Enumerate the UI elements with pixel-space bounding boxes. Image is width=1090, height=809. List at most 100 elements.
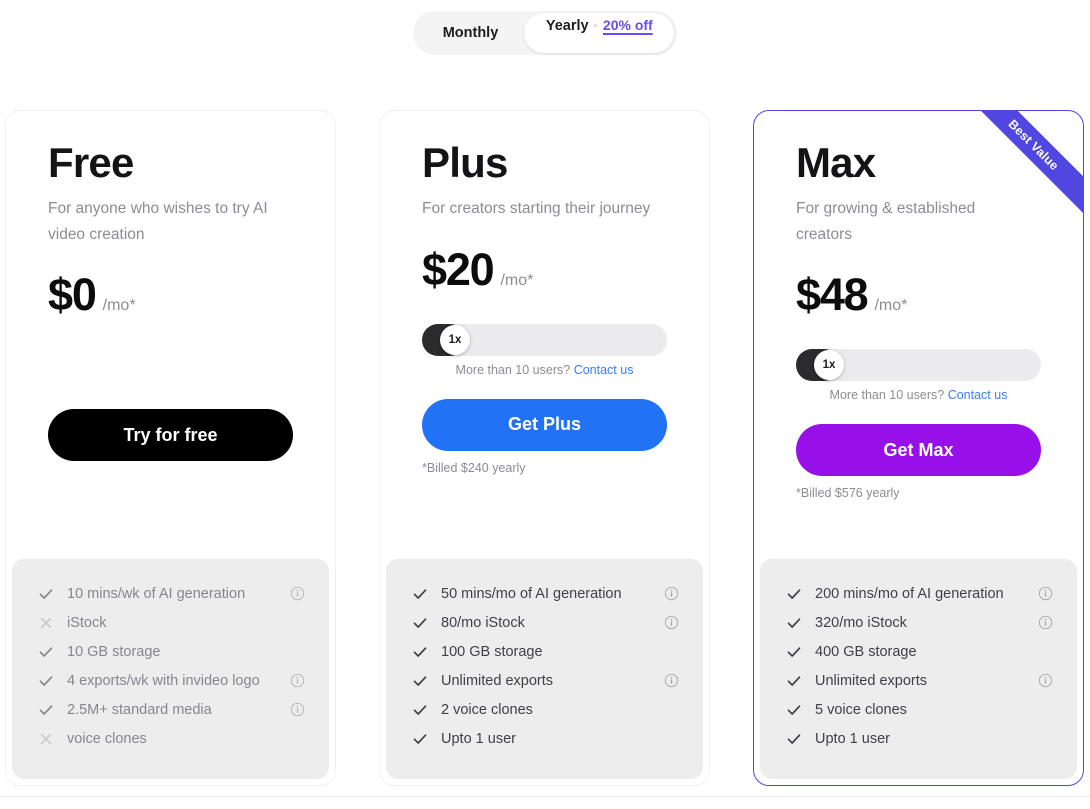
check-icon bbox=[36, 702, 56, 718]
pricing-card-plus: Plus For creators starting their journey… bbox=[379, 110, 710, 786]
feature-label: 2.5M+ standard media bbox=[67, 701, 212, 718]
check-icon bbox=[36, 644, 56, 660]
list-item: 2 voice clones bbox=[410, 695, 679, 724]
feature-label: 80/mo iStock bbox=[441, 614, 525, 631]
feature-label: 2 voice clones bbox=[441, 701, 533, 718]
cta-button-free[interactable]: Try for free bbox=[48, 409, 293, 462]
seats-selector-max: 1x More than 10 users? Contact us bbox=[796, 349, 1041, 402]
plan-price-period: /mo* bbox=[874, 297, 908, 315]
check-icon bbox=[410, 615, 430, 631]
list-item: 2.5M+ standard media bbox=[36, 695, 305, 724]
check-icon bbox=[784, 702, 804, 718]
info-icon[interactable] bbox=[1037, 673, 1053, 689]
check-icon bbox=[410, 586, 430, 602]
check-icon bbox=[36, 673, 56, 689]
list-item: 80/mo iStock bbox=[410, 608, 679, 637]
check-icon bbox=[36, 586, 56, 602]
feature-label: iStock bbox=[67, 614, 107, 631]
plan-description: For growing & established creators bbox=[796, 200, 976, 243]
feature-label: 320/mo iStock bbox=[815, 614, 907, 631]
contact-us-link[interactable]: Contact us bbox=[948, 388, 1008, 402]
plan-price: $20 bbox=[422, 243, 495, 295]
list-item: 50 mins/mo of AI generation bbox=[410, 579, 679, 608]
plan-price-period: /mo* bbox=[500, 271, 534, 289]
info-icon[interactable] bbox=[1037, 615, 1053, 631]
info-icon[interactable] bbox=[663, 673, 679, 689]
list-item: Unlimited exports bbox=[784, 666, 1053, 695]
info-icon[interactable] bbox=[289, 673, 305, 689]
check-icon bbox=[784, 644, 804, 660]
price-row: $48 /mo* bbox=[796, 269, 1041, 321]
yearly-label: Yearly bbox=[545, 18, 589, 34]
seats-slider[interactable]: 1x bbox=[796, 349, 1041, 382]
slider-thumb[interactable]: 1x bbox=[814, 350, 844, 381]
discount-badge: 20% off bbox=[602, 17, 653, 33]
seats-slider[interactable]: 1x bbox=[422, 323, 667, 356]
seats-note-text: More than 10 users? bbox=[455, 362, 571, 377]
billing-period-toggle[interactable]: Monthly Yearly · 20% off bbox=[412, 11, 678, 55]
features-list-free: 10 mins/wk of AI generation iStock 10 GB… bbox=[12, 559, 329, 779]
billing-toggle-container: Monthly Yearly · 20% off bbox=[0, 11, 1090, 55]
list-item: 10 mins/wk of AI generation bbox=[36, 579, 305, 608]
seats-note: More than 10 users? Contact us bbox=[422, 363, 667, 377]
feature-label: Upto 1 user bbox=[815, 730, 890, 747]
info-icon[interactable] bbox=[663, 586, 679, 602]
info-icon[interactable] bbox=[289, 586, 305, 602]
check-icon bbox=[784, 615, 804, 631]
features-list-max: 200 mins/mo of AI generation 320/mo iSto… bbox=[760, 559, 1077, 779]
feature-label: Unlimited exports bbox=[441, 672, 554, 689]
billing-toggle-monthly[interactable]: Monthly bbox=[413, 11, 525, 55]
billed-note-max: *Billed $576 yearly bbox=[796, 486, 900, 501]
cross-icon bbox=[36, 615, 56, 631]
cross-icon bbox=[36, 731, 56, 747]
billing-toggle-yearly[interactable]: Yearly · 20% off bbox=[524, 13, 675, 53]
pricing-page: Monthly Yearly · 20% off Free For anyone… bbox=[0, 0, 1090, 809]
cta-button-max[interactable]: Get Max bbox=[796, 424, 1041, 477]
info-icon[interactable] bbox=[289, 702, 305, 718]
monthly-label: Monthly bbox=[442, 25, 499, 41]
seats-selector-plus: 1x More than 10 users? Contact us bbox=[422, 323, 667, 377]
card-header-max: Max For growing & established creators $… bbox=[754, 111, 1083, 531]
billed-note-free bbox=[48, 471, 293, 487]
check-icon bbox=[784, 673, 804, 689]
plan-price-period: /mo* bbox=[102, 297, 136, 315]
check-icon bbox=[784, 731, 804, 747]
list-item: 5 voice clones bbox=[784, 695, 1053, 724]
features-list-plus: 50 mins/mo of AI generation 80/mo iStock bbox=[386, 559, 703, 779]
card-header-plus: Plus For creators starting their journey… bbox=[380, 111, 709, 518]
feature-label: 10 mins/wk of AI generation bbox=[67, 585, 246, 602]
seats-note: More than 10 users? Contact us bbox=[796, 388, 1041, 402]
list-item: voice clones bbox=[36, 724, 305, 753]
seats-note-text: More than 10 users? bbox=[829, 388, 945, 403]
billed-note-plus: *Billed $240 yearly bbox=[422, 460, 526, 475]
list-item: 200 mins/mo of AI generation bbox=[784, 579, 1053, 608]
feature-label: Upto 1 user bbox=[441, 730, 516, 747]
info-icon[interactable] bbox=[1037, 586, 1053, 602]
pricing-cards: Free For anyone who wishes to try AI vid… bbox=[5, 110, 1085, 786]
list-item: iStock bbox=[36, 608, 305, 637]
info-icon[interactable] bbox=[663, 615, 679, 631]
list-item: 10 GB storage bbox=[36, 637, 305, 666]
list-item: 4 exports/wk with invideo logo bbox=[36, 666, 305, 695]
list-item: Upto 1 user bbox=[410, 724, 679, 753]
pricing-card-free: Free For anyone who wishes to try AI vid… bbox=[5, 110, 336, 786]
plan-description: For anyone who wishes to try AI video cr… bbox=[48, 200, 268, 243]
toggle-separator: · bbox=[593, 18, 598, 33]
cta-button-plus[interactable]: Get Plus bbox=[422, 398, 667, 451]
feature-label: 50 mins/mo of AI generation bbox=[441, 585, 622, 602]
price-row: $0 /mo* bbox=[48, 269, 293, 321]
check-icon bbox=[410, 702, 430, 718]
price-row: $20 /mo* bbox=[422, 244, 667, 296]
list-item: 320/mo iStock bbox=[784, 608, 1053, 637]
contact-us-link[interactable]: Contact us bbox=[574, 363, 634, 377]
slider-thumb[interactable]: 1x bbox=[440, 324, 470, 355]
plan-description: For creators starting their journey bbox=[422, 200, 651, 218]
pricing-card-max: Best Value Max For growing & established… bbox=[753, 110, 1084, 786]
list-item: Unlimited exports bbox=[410, 666, 679, 695]
feature-label: 100 GB storage bbox=[441, 643, 543, 660]
plan-name: Plus bbox=[422, 139, 508, 186]
plan-name: Max bbox=[796, 139, 876, 186]
plan-name: Free bbox=[48, 139, 134, 186]
